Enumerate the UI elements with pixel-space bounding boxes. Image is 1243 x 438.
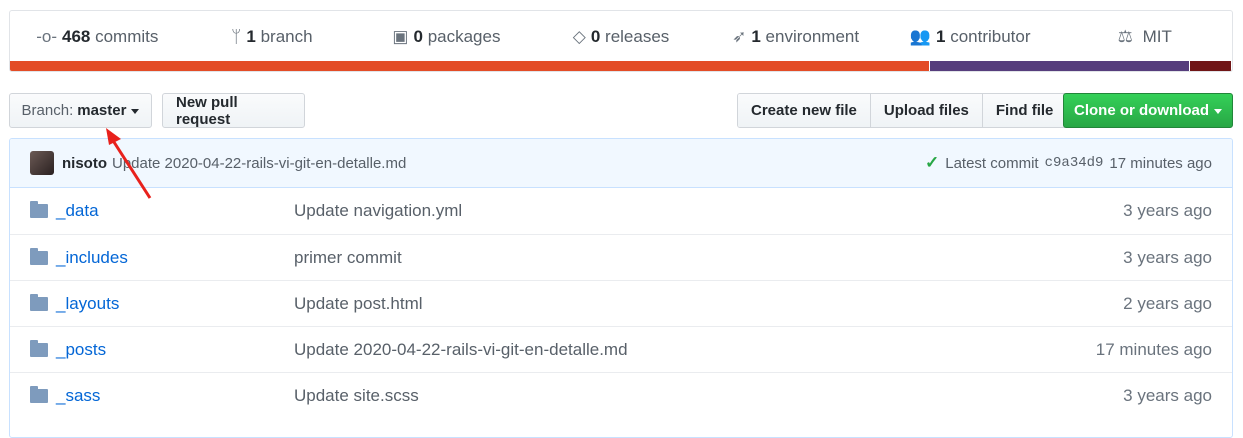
folder-icon (30, 339, 48, 357)
commit-author[interactable]: nisoto (62, 155, 107, 172)
stat-label: MIT (1142, 27, 1172, 46)
commit-icon: -o- (36, 27, 57, 46)
upload-files-button[interactable]: Upload files (870, 94, 983, 127)
stat-count: 0 (590, 27, 601, 46)
stat-count: 1 (246, 27, 256, 46)
stat-label: commits (95, 27, 159, 46)
branch-select-button[interactable]: Branch: master (9, 93, 152, 128)
file-commit-message[interactable]: Update navigation.yml (294, 201, 1123, 221)
folder-icon (30, 247, 48, 265)
table-row: _layouts Update post.html 2 years ago (10, 280, 1232, 326)
commit-message[interactable]: Update 2020-04-22-rails-vi-git-en-detall… (112, 155, 406, 172)
file-actions: Create new file Upload files Find file (737, 93, 1068, 128)
file-name-link[interactable]: _data (56, 201, 294, 221)
stat-label: environment (765, 27, 860, 46)
file-commit-message[interactable]: Update site.scss (294, 386, 1123, 406)
table-row: _posts Update 2020-04-22-rails-vi-git-en-… (10, 326, 1232, 372)
stat-MIT[interactable]: ⚖ MIT (1057, 27, 1232, 47)
commit-age: 17 minutes ago (1109, 154, 1212, 172)
stat-branch[interactable]: ᛘ1 branch (185, 27, 360, 47)
clone-label: Clone or download (1074, 102, 1209, 119)
clone-or-download-button[interactable]: Clone or download (1063, 93, 1233, 128)
branch-value: master (77, 102, 127, 119)
language-segment[interactable] (1190, 61, 1232, 71)
file-commit-message[interactable]: Update post.html (294, 294, 1123, 314)
branch-icon: ᛘ (231, 27, 242, 46)
stat-contributor[interactable]: 👥 1 contributor (883, 27, 1058, 47)
file-commit-message[interactable]: Update 2020-04-22-rails-vi-git-en-detall… (294, 340, 1096, 360)
file-name-link[interactable]: _includes (56, 248, 294, 268)
repo-summary: -o- 468 commits ᛘ 1 branch ▣ 0 packages ◇ 0 rel… (9, 10, 1233, 72)
file-name-link[interactable]: _posts (56, 340, 294, 360)
stat-label: contributor (950, 27, 1031, 46)
stat-releases[interactable]: ◇ 0 releases (534, 27, 709, 47)
people-icon: 👥 (909, 27, 931, 46)
file-age: 3 years ago (1123, 385, 1212, 405)
commit-sha[interactable]: c9a34d9 (1045, 155, 1104, 171)
file-name-link[interactable]: _sass (56, 386, 294, 406)
stat-count: 1 (751, 27, 761, 46)
file-age: 3 years ago (1123, 201, 1212, 220)
folder-icon (30, 293, 48, 311)
file-age: 2 years ago (1123, 293, 1212, 313)
caret-down-icon (1214, 109, 1222, 114)
package-icon: ▣ (392, 27, 409, 46)
avatar[interactable] (30, 151, 54, 175)
tag-icon: ◇ (572, 27, 586, 46)
stat-count: 1 (936, 27, 946, 46)
new-pull-request-button[interactable]: New pull request (162, 93, 305, 128)
create-new-file-button[interactable]: Create new file (738, 94, 871, 127)
find-file-button[interactable]: Find file (982, 94, 1067, 127)
branch-label: Branch: (21, 102, 74, 119)
table-row: _sass Update site.scss 3 years ago (10, 372, 1232, 418)
table-row: _data Update navigation.yml 3 years ago (10, 188, 1232, 234)
file-age: 17 minutes ago (1095, 339, 1212, 359)
rocket-icon: ➶ (732, 27, 747, 46)
stat-commits[interactable]: -o- 468 commits (10, 27, 185, 47)
law-icon: ⚖ (1117, 27, 1133, 46)
stat-label: branch (260, 27, 313, 46)
caret-down-icon (131, 109, 140, 114)
check-icon: ✓ (924, 153, 940, 172)
folder-icon (30, 385, 48, 403)
stats-bar: -o- 468 commits ᛘ 1 branch ▣ 0 packages ◇ 0 rel… (10, 11, 1232, 63)
stat-label: packages (427, 27, 501, 46)
stat-label: releases (605, 27, 670, 46)
folder-icon (30, 201, 48, 218)
file-table: nisoto Update 2020-04-22-rails-vi-git-en… (9, 138, 1233, 438)
latest-commit-bar: nisoto Update 2020-04-22-rails-vi-git-en… (10, 139, 1232, 188)
stat-count: 0 (413, 27, 423, 46)
file-age: 3 years ago (1123, 247, 1212, 267)
stat-environment[interactable]: ➶ 1 environment (708, 27, 883, 47)
file-name-link[interactable]: _layouts (56, 294, 294, 314)
table-row: _includes primer commit 3 years ago (10, 234, 1232, 280)
language-segment[interactable] (930, 61, 1191, 71)
latest-commit-label: Latest commit (945, 154, 1039, 172)
language-bar[interactable] (10, 61, 1232, 71)
stat-count: 468 (61, 27, 91, 46)
stat-packages[interactable]: ▣ 0 packages (359, 27, 534, 47)
file-commit-message[interactable]: primer commit (294, 248, 1123, 268)
language-segment[interactable] (10, 61, 931, 71)
